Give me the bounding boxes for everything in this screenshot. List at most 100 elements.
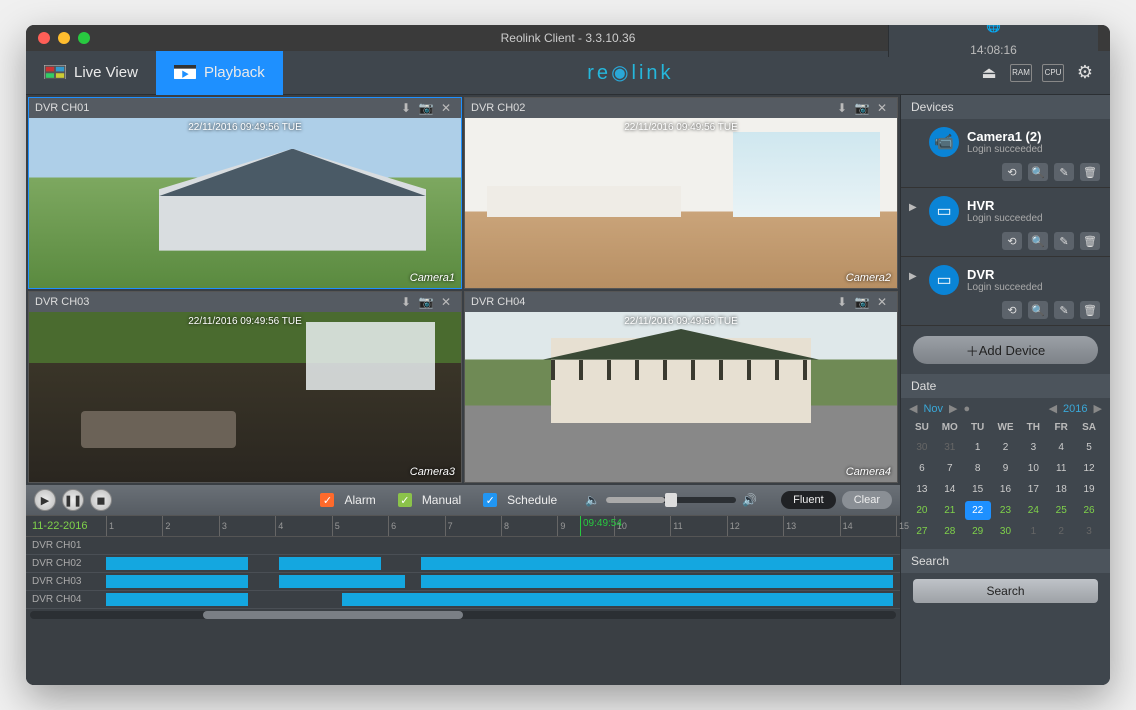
- calendar-day[interactable]: 31: [937, 438, 963, 457]
- calendar-day[interactable]: 12: [1076, 459, 1102, 478]
- calendar-day[interactable]: 30: [909, 438, 935, 457]
- play-button[interactable]: ▶: [34, 489, 56, 511]
- device-refresh-icon[interactable]: ⟲: [1002, 301, 1022, 319]
- device-edit-icon[interactable]: ✎: [1054, 301, 1074, 319]
- calendar-day[interactable]: 5: [1076, 438, 1102, 457]
- download-icon[interactable]: ⬇: [397, 100, 415, 116]
- timeline-scrollbar[interactable]: [26, 609, 900, 621]
- calendar-day[interactable]: 28: [937, 522, 963, 541]
- pause-button[interactable]: ❚❚: [62, 489, 84, 511]
- snapshot-icon[interactable]: 📷: [853, 294, 871, 310]
- month-next-icon[interactable]: ▶: [949, 402, 957, 415]
- video-feed[interactable]: 22/11/2016 09:49:56 TUE Camera2: [465, 118, 897, 288]
- device-item[interactable]: ▶ ▭ DVR Login succeeded ⟲ 🔍 ✎ 🗑: [901, 257, 1110, 326]
- snapshot-icon[interactable]: 📷: [853, 100, 871, 116]
- disk-icon[interactable]: ⏏: [978, 64, 1000, 82]
- snapshot-icon[interactable]: 📷: [417, 100, 435, 116]
- device-delete-icon[interactable]: 🗑: [1080, 301, 1100, 319]
- tab-playback[interactable]: Playback: [156, 51, 283, 95]
- calendar-day[interactable]: 14: [937, 480, 963, 499]
- tab-live-view[interactable]: Live View: [26, 51, 156, 95]
- calendar-day[interactable]: 17: [1020, 480, 1046, 499]
- manual-checkbox[interactable]: ✓: [398, 493, 412, 507]
- video-cell-2[interactable]: DVR CH02 ⬇ 📷 ✕ 22/11/2016 09:49:56 TUE C…: [464, 97, 898, 289]
- timeline-ruler[interactable]: 11-22-2016 12345678910111213141509:49:54: [26, 515, 900, 537]
- device-refresh-icon[interactable]: ⟲: [1002, 163, 1022, 181]
- device-search-icon[interactable]: 🔍: [1028, 301, 1048, 319]
- calendar-day[interactable]: 19: [1076, 480, 1102, 499]
- close-cell-icon[interactable]: ✕: [437, 100, 455, 116]
- clear-button[interactable]: Clear: [842, 491, 892, 509]
- ram-indicator[interactable]: RAM: [1010, 64, 1032, 82]
- device-edit-icon[interactable]: ✎: [1054, 163, 1074, 181]
- device-edit-icon[interactable]: ✎: [1054, 232, 1074, 250]
- year-next-icon[interactable]: ▶: [1094, 402, 1102, 415]
- timeline-row[interactable]: DVR CH03: [26, 573, 900, 591]
- snapshot-icon[interactable]: 📷: [417, 294, 435, 310]
- calendar-dot-icon[interactable]: ●: [964, 403, 971, 415]
- calendar-day[interactable]: 1: [1020, 522, 1046, 541]
- timeline-row[interactable]: DVR CH04: [26, 591, 900, 609]
- stream-quality-button[interactable]: Fluent: [781, 491, 836, 509]
- calendar-day[interactable]: 25: [1048, 501, 1074, 520]
- video-feed[interactable]: 22/11/2016 09:49:56 TUE Camera4: [465, 312, 897, 482]
- calendar-day[interactable]: 11: [1048, 459, 1074, 478]
- calendar-day[interactable]: 21: [937, 501, 963, 520]
- stop-button[interactable]: ◼: [90, 489, 112, 511]
- expand-icon[interactable]: ▶: [909, 202, 917, 213]
- device-search-icon[interactable]: 🔍: [1028, 163, 1048, 181]
- volume-slider[interactable]: [606, 497, 736, 503]
- calendar-day[interactable]: 9: [993, 459, 1019, 478]
- video-feed[interactable]: 22/11/2016 09:49:56 TUE Camera3: [29, 312, 461, 482]
- calendar-day[interactable]: 10: [1020, 459, 1046, 478]
- year-prev-icon[interactable]: ◀: [1049, 402, 1057, 415]
- calendar-day[interactable]: 4: [1048, 438, 1074, 457]
- download-icon[interactable]: ⬇: [397, 294, 415, 310]
- calendar-day[interactable]: 13: [909, 480, 935, 499]
- device-delete-icon[interactable]: 🗑: [1080, 232, 1100, 250]
- calendar-day[interactable]: 3: [1076, 522, 1102, 541]
- alarm-checkbox[interactable]: ✓: [320, 493, 334, 507]
- playhead[interactable]: 09:49:54: [580, 516, 581, 536]
- calendar-day[interactable]: 24: [1020, 501, 1046, 520]
- device-delete-icon[interactable]: 🗑: [1080, 163, 1100, 181]
- volume-mute-icon[interactable]: 🔈: [585, 493, 600, 507]
- timeline-row[interactable]: DVR CH01: [26, 537, 900, 555]
- device-item[interactable]: 📹 Camera1 (2) Login succeeded ⟲ 🔍 ✎ 🗑: [901, 119, 1110, 188]
- video-cell-1[interactable]: DVR CH01 ⬇ 📷 ✕ 22/11/2016 09:49:56 TUE C…: [28, 97, 462, 289]
- calendar-day[interactable]: 18: [1048, 480, 1074, 499]
- close-cell-icon[interactable]: ✕: [437, 294, 455, 310]
- calendar-day[interactable]: 15: [965, 480, 991, 499]
- video-feed[interactable]: 22/11/2016 09:49:56 TUE Camera1: [29, 118, 461, 288]
- add-device-button[interactable]: ＋ Add Device: [913, 336, 1098, 364]
- calendar-day[interactable]: 16: [993, 480, 1019, 499]
- device-item[interactable]: ▶ ▭ HVR Login succeeded ⟲ 🔍 ✎ 🗑: [901, 188, 1110, 257]
- video-cell-4[interactable]: DVR CH04 ⬇ 📷 ✕ 22/11/2016 09:49:56 TUE C…: [464, 291, 898, 483]
- calendar-day[interactable]: 26: [1076, 501, 1102, 520]
- download-icon[interactable]: ⬇: [833, 294, 851, 310]
- calendar-day[interactable]: 8: [965, 459, 991, 478]
- calendar-day[interactable]: 2: [1048, 522, 1074, 541]
- calendar-day[interactable]: 23: [993, 501, 1019, 520]
- timeline-row[interactable]: DVR CH02: [26, 555, 900, 573]
- download-icon[interactable]: ⬇: [833, 100, 851, 116]
- calendar-day[interactable]: 29: [965, 522, 991, 541]
- calendar-day[interactable]: 6: [909, 459, 935, 478]
- schedule-checkbox[interactable]: ✓: [483, 493, 497, 507]
- device-refresh-icon[interactable]: ⟲: [1002, 232, 1022, 250]
- video-cell-3[interactable]: DVR CH03 ⬇ 📷 ✕ 22/11/2016 09:49:56 TUE C…: [28, 291, 462, 483]
- calendar-day[interactable]: 7: [937, 459, 963, 478]
- cpu-indicator[interactable]: CPU: [1042, 64, 1064, 82]
- calendar-day[interactable]: 27: [909, 522, 935, 541]
- device-search-icon[interactable]: 🔍: [1028, 232, 1048, 250]
- calendar-day[interactable]: 30: [993, 522, 1019, 541]
- close-cell-icon[interactable]: ✕: [873, 100, 891, 116]
- settings-gear-icon[interactable]: ⚙: [1074, 64, 1096, 82]
- expand-icon[interactable]: ▶: [909, 271, 917, 282]
- calendar-day[interactable]: 3: [1020, 438, 1046, 457]
- search-button[interactable]: Search: [913, 579, 1098, 603]
- close-cell-icon[interactable]: ✕: [873, 294, 891, 310]
- calendar-day[interactable]: 20: [909, 501, 935, 520]
- calendar-day[interactable]: 22: [965, 501, 991, 520]
- calendar-day[interactable]: 1: [965, 438, 991, 457]
